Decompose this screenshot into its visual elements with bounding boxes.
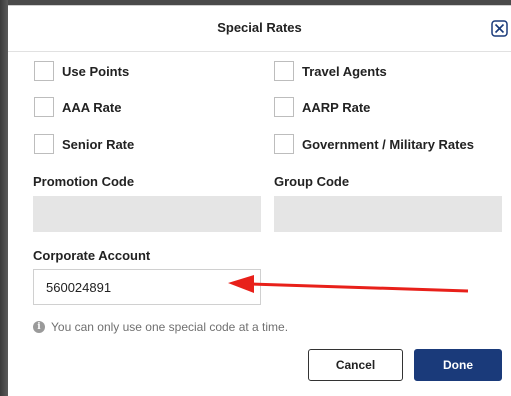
close-icon[interactable] (491, 20, 508, 37)
checkbox-government-military-rates[interactable]: Government / Military Rates (274, 132, 474, 156)
checkbox-box[interactable] (274, 134, 294, 154)
info-text: You can only use one special code at a t… (51, 320, 289, 334)
group-code-label: Group Code (274, 174, 350, 189)
checkbox-label: Government / Military Rates (302, 136, 474, 152)
checkbox-label: AARP Rate (302, 99, 371, 115)
checkbox-aarp-rate[interactable]: AARP Rate (274, 95, 370, 119)
checkbox-box[interactable] (274, 61, 294, 81)
modal-title: Special Rates (217, 20, 302, 35)
modal-header: Special Rates (8, 6, 511, 52)
checkbox-box[interactable] (34, 97, 54, 117)
promotion-code-input[interactable] (33, 196, 261, 232)
checkbox-use-points[interactable]: Use Points (34, 59, 129, 83)
cancel-button[interactable]: Cancel (308, 349, 403, 381)
checkbox-label: AAA Rate (62, 99, 122, 115)
checkbox-travel-agents[interactable]: Travel Agents (274, 59, 387, 83)
checkbox-box[interactable] (34, 134, 54, 154)
background-window-edge (0, 0, 8, 396)
checkbox-label: Senior Rate (62, 136, 135, 152)
checkbox-label: Use Points (62, 63, 130, 79)
checkbox-box[interactable] (274, 97, 294, 117)
info-icon: i (33, 321, 45, 333)
checkbox-senior-rate[interactable]: Senior Rate (34, 132, 134, 156)
checkbox-box[interactable] (34, 61, 54, 81)
info-message: i You can only use one special code at a… (33, 320, 288, 334)
group-code-input[interactable] (274, 196, 502, 232)
special-rates-modal: Special Rates Use Points AAA Rate Senior… (8, 5, 511, 396)
checkbox-label: Travel Agents (302, 63, 387, 79)
checkbox-aaa-rate[interactable]: AAA Rate (34, 95, 121, 119)
promotion-code-label: Promotion Code (33, 174, 135, 189)
corporate-account-input[interactable] (33, 269, 261, 305)
corporate-account-label: Corporate Account (33, 248, 151, 263)
done-button[interactable]: Done (414, 349, 502, 381)
